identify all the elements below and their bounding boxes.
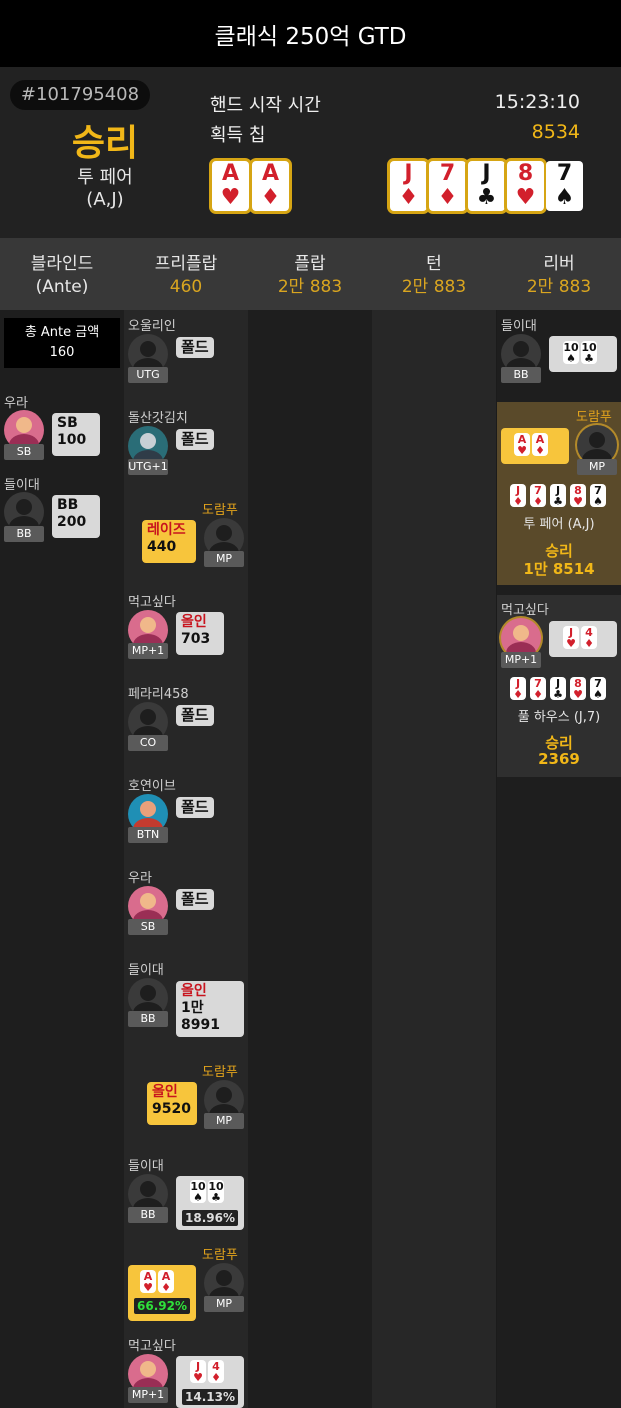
player-name: 호연이브 [128,779,176,794]
hand-result: 승리 [71,123,139,164]
playing-card: J ♥ [563,626,579,649]
action-bubble: 폴드 [176,705,214,726]
playing-card: A ♥ [212,161,249,211]
tournament-title: 클래식 250억 GTD [214,23,407,50]
position-badge: BB [4,526,44,542]
player-name: 도람푸 [202,503,238,518]
player-name: 들이대 [4,478,40,493]
playing-card: 7 ♠ [590,677,606,700]
app-title-bar: 클래식 250억 GTD [0,0,621,67]
position-badge: MP+1 [128,643,168,659]
col-blinds: 블라인드 (Ante) [30,254,94,297]
flop-column [248,310,372,1408]
action-bubble: 올인 703 [176,612,224,655]
player-name: 돌산갓김치 [128,411,188,426]
position-badge: CO [128,735,168,751]
equity-percent: 14.13% [182,1389,238,1405]
hand-name: 풀 하우스 (J,7) [517,710,601,725]
action-bubble: 레이즈 440 [142,520,196,563]
playing-card: 10 ♣ [208,1179,224,1204]
equity-percent: 18.96% [182,1210,238,1226]
col-river: 리버 2만 883 [526,254,592,297]
playing-card: 7 ♦ [530,484,546,507]
player-name: 들이대 [501,319,537,334]
chips-label: 획득 칩 [210,125,266,146]
playing-card: A ♦ [158,1270,174,1293]
playing-card: 7 ♠ [546,161,583,211]
position-badge: MP [204,1113,244,1129]
playing-card: A ♦ [252,161,289,211]
position-badge: MP [204,1296,244,1312]
action-bubble: 올인 1만 8991 [176,981,244,1037]
playing-card: 8 ♥ [570,484,586,507]
player-name: 먹고싶다 [501,603,549,618]
player-name: 들이대 [128,1159,164,1174]
playing-card: 7 ♦ [429,161,466,211]
playing-card: 8 ♥ [507,161,544,211]
hand-id-badge: #101795408 [10,80,150,110]
player-name: 우라 [128,871,152,886]
equity-percent: 66.92% [134,1298,190,1314]
playing-card: 8 ♥ [570,677,586,700]
player-name: 먹고싶다 [128,1339,176,1354]
action-bubble: 올인 9520 [147,1082,197,1125]
action-bubble: 폴드 [176,797,214,818]
position-badge: UTG [128,367,168,383]
position-badge: UTG+1 [128,459,168,475]
playing-card: 10 ♠ [563,340,579,365]
action-bubble: 폴드 [176,429,214,450]
hand-cards-label: (A,J) [86,189,124,210]
playing-card: J ♦ [510,677,526,700]
player-name: 오울리인 [128,319,176,334]
position-badge: MP [577,459,617,475]
playing-card: J ♦ [390,161,427,211]
playing-card: A ♥ [514,433,530,456]
player-name: 도람푸 [202,1065,238,1080]
playing-card: J ♣ [550,677,566,700]
playing-card: A ♦ [532,433,548,456]
playing-card: 10 ♣ [581,340,597,365]
start-time-label: 핸드 시작 시간 [210,95,321,116]
playing-card: J ♣ [468,161,505,211]
playing-card: 4 ♦ [581,626,597,649]
col-preflop: 프리플랍 460 [154,254,218,297]
position-badge: MP+1 [128,1387,168,1403]
position-badge: MP+1 [501,652,541,668]
hand-name: 투 페어 [77,167,133,188]
position-badge: BB [501,367,541,383]
playing-card: J ♣ [550,484,566,507]
playing-card: J ♦ [510,484,526,507]
player-name: 우라 [4,396,28,411]
position-badge: MP [204,551,244,567]
player-name: 페라리458 [128,687,189,702]
playing-card: J ♥ [190,1360,206,1383]
col-flop: 플랍 2만 883 [277,254,343,297]
player-name: 들이대 [128,963,164,978]
position-badge: SB [128,919,168,935]
hand-name: 투 페어 (A,J) [523,517,595,532]
player-name: 먹고싶다 [128,595,176,610]
action-bubble: 폴드 [176,337,214,358]
playing-card: 7 ♠ [590,484,606,507]
win-amount: 2369 [538,750,580,768]
position-badge: BB [128,1011,168,1027]
col-turn: 턴 2만 883 [401,254,467,297]
chips-value: 8534 [531,121,580,143]
start-time-value: 15:23:10 [494,91,580,113]
blind-bubble: BB 200 [52,495,100,538]
action-bubble: 폴드 [176,889,214,910]
playing-card: 4 ♦ [208,1360,224,1383]
position-badge: SB [4,444,44,460]
position-badge: BB [128,1207,168,1223]
position-badge: BTN [128,827,168,843]
ante-total-box: 총 Ante 금액 160 [4,318,120,368]
player-name: 도람푸 [576,410,612,425]
player-name: 도람푸 [202,1248,238,1263]
turn-column [372,310,496,1408]
playing-card: 10 ♠ [190,1179,206,1204]
win-amount: 1만 8514 [523,560,595,578]
playing-card: A ♥ [140,1270,156,1293]
playing-card: 7 ♦ [530,677,546,700]
blind-bubble: SB 100 [52,413,100,456]
